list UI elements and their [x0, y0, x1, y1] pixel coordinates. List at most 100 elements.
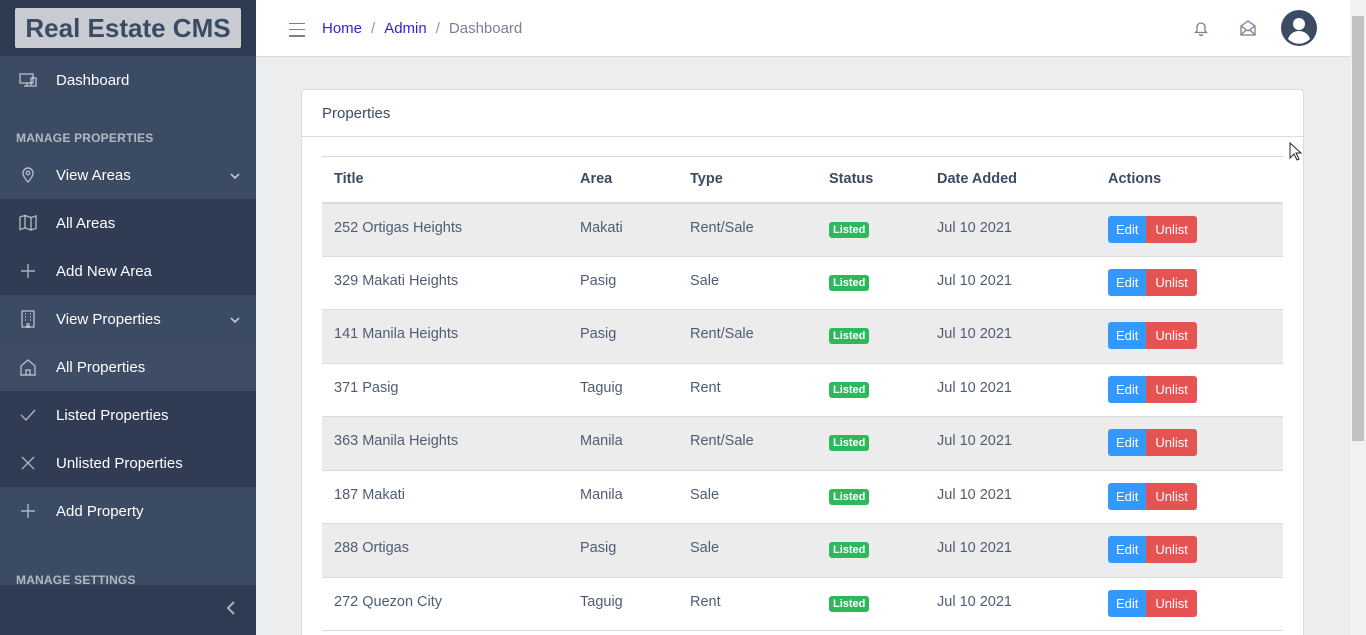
sidebar-item-add-new-area[interactable]: Add New Area [0, 247, 256, 295]
avatar[interactable] [1281, 10, 1317, 46]
cell-title: 272 Quezon City [322, 577, 568, 631]
cell-type: Rent/Sale [678, 309, 817, 364]
bell-icon[interactable] [1193, 20, 1209, 37]
sidebar-minimizer[interactable] [0, 585, 256, 635]
sidebar-item-all-areas[interactable]: All Areas [0, 199, 256, 247]
cell-area: Manila [568, 416, 678, 471]
sidebar-item-label: View Areas [56, 166, 131, 184]
sidebar-item-unlisted-properties[interactable]: Unlisted Properties [0, 439, 256, 487]
status-badge: Listed [829, 435, 870, 451]
table-row: 141 Manila Heights Pasig Rent/Sale Listed Ju… [322, 309, 1283, 364]
mouse-cursor-icon [1289, 142, 1303, 161]
unlist-button[interactable]: Unlist [1146, 429, 1197, 456]
areas-submenu: All Areas Add New Area [0, 199, 256, 295]
column-header-type[interactable]: Type [678, 156, 817, 204]
properties-card: Properties Title Area Type Status Date A… [301, 89, 1304, 635]
unlist-button[interactable]: Unlist [1146, 589, 1197, 617]
table-row: 288 Ortigas Pasig Sale Listed Jul 10 2021 Edi… [322, 523, 1283, 578]
card-title: Properties [302, 90, 1303, 137]
cell-actions: Edit Unlist [1096, 416, 1283, 471]
cell-date-added: Jul 10 2021 [925, 363, 1096, 417]
unlist-button[interactable]: Unlist [1146, 482, 1197, 510]
cell-type: Rent/Sale [678, 416, 817, 471]
cell-area: Taguig [568, 363, 678, 417]
cell-date-added: Jul 10 2021 [925, 202, 1096, 257]
unlist-button[interactable]: Unlist [1146, 268, 1197, 296]
edit-button[interactable]: Edit [1108, 589, 1147, 617]
sidebar-item-dashboard[interactable]: Dashboard [0, 56, 256, 104]
cell-title: 288 Ortigas [322, 523, 568, 578]
chevron-down-icon [230, 312, 240, 329]
edit-button[interactable]: Edit [1108, 215, 1147, 243]
envelope-open-icon[interactable] [1240, 20, 1256, 36]
breadcrumb-admin[interactable]: Admin [384, 20, 427, 37]
status-badge: Listed [829, 274, 870, 291]
status-badge: Listed [829, 595, 870, 612]
breadcrumb-current: Dashboard [448, 19, 523, 37]
edit-button[interactable]: Edit [1108, 322, 1147, 349]
sidebar-item-all-properties[interactable]: All Properties [0, 343, 256, 391]
breadcrumb-separator: / [435, 19, 440, 37]
cell-date-added: Jul 10 2021 [925, 577, 1096, 631]
edit-button[interactable]: Edit [1108, 268, 1147, 296]
status-badge: Listed [829, 542, 870, 558]
sidebar-item-listed-properties[interactable]: Listed Properties [0, 391, 256, 439]
cell-type: Rent [678, 577, 817, 631]
cell-area: Pasig [568, 256, 678, 310]
cell-status: Listed [817, 309, 925, 364]
unlist-button[interactable]: Unlist [1146, 536, 1197, 563]
column-header-actions: Actions [1096, 156, 1283, 204]
table-row: 272 Quezon City Taguig Rent Listed Jul 10 20… [322, 577, 1283, 631]
unlist-button[interactable]: Unlist [1146, 375, 1197, 403]
cell-title: 187 Makati [322, 470, 568, 524]
column-header-title[interactable]: Title [322, 156, 568, 204]
cell-area: Pasig [568, 523, 678, 578]
unlist-button[interactable]: Unlist [1146, 322, 1197, 349]
sidebar-item-label: Listed Properties [56, 406, 169, 424]
cell-actions: Edit Unlist [1096, 577, 1283, 631]
cell-area: Makati [568, 202, 678, 257]
cell-area: Manila [568, 470, 678, 524]
cell-status: Listed [817, 577, 925, 631]
sidebar-item-view-areas[interactable]: View Areas [0, 151, 256, 199]
sidebar-item-label: View Properties [56, 310, 161, 328]
cell-actions: Edit Unlist [1096, 309, 1283, 364]
status-badge: Listed [829, 381, 870, 398]
cell-date-added: Jul 10 2021 [925, 256, 1096, 310]
edit-button[interactable]: Edit [1108, 429, 1147, 456]
cell-actions: Edit Unlist [1096, 523, 1283, 578]
sidebar: Real Estate CMS Dashboard MANAGE PROPERT… [0, 0, 256, 635]
unlist-button[interactable]: Unlist [1146, 215, 1197, 243]
cell-area: Pasig [568, 309, 678, 364]
brand-logo[interactable]: Real Estate CMS [15, 8, 241, 48]
cell-status: Listed [817, 202, 925, 257]
cell-title: 141 Manila Heights [322, 309, 568, 364]
sidebar-item-label: Add New Area [56, 262, 152, 280]
scrollbar-thumb[interactable] [1352, 16, 1364, 441]
chevron-left-icon[interactable] [224, 600, 238, 620]
edit-button[interactable]: Edit [1108, 482, 1147, 510]
location-pin-icon [18, 165, 38, 185]
menu-toggle-icon[interactable] [289, 22, 305, 37]
status-badge: Listed [829, 221, 870, 238]
cell-status: Listed [817, 416, 925, 471]
edit-button[interactable]: Edit [1108, 536, 1147, 563]
table-row: 329 Makati Heights Pasig Sale Listed Jul 10 … [322, 256, 1283, 310]
cell-status: Listed [817, 256, 925, 310]
column-header-date-added[interactable]: Date Added [925, 156, 1096, 204]
x-icon [18, 453, 38, 473]
status-badge: Listed [829, 328, 870, 344]
cell-type: Rent/Sale [678, 202, 817, 257]
column-header-status[interactable]: Status [817, 156, 925, 204]
cell-status: Listed [817, 470, 925, 524]
home-icon [18, 357, 38, 377]
cell-actions: Edit Unlist [1096, 202, 1283, 257]
sidebar-item-add-property[interactable]: Add Property [0, 487, 256, 535]
brand[interactable]: Real Estate CMS [0, 0, 256, 56]
status-badge: Listed [829, 488, 870, 505]
cell-title: 329 Makati Heights [322, 256, 568, 310]
breadcrumb-home[interactable]: Home [322, 20, 362, 37]
column-header-area[interactable]: Area [568, 156, 678, 204]
edit-button[interactable]: Edit [1108, 375, 1147, 403]
sidebar-item-view-properties[interactable]: View Properties [0, 295, 256, 343]
